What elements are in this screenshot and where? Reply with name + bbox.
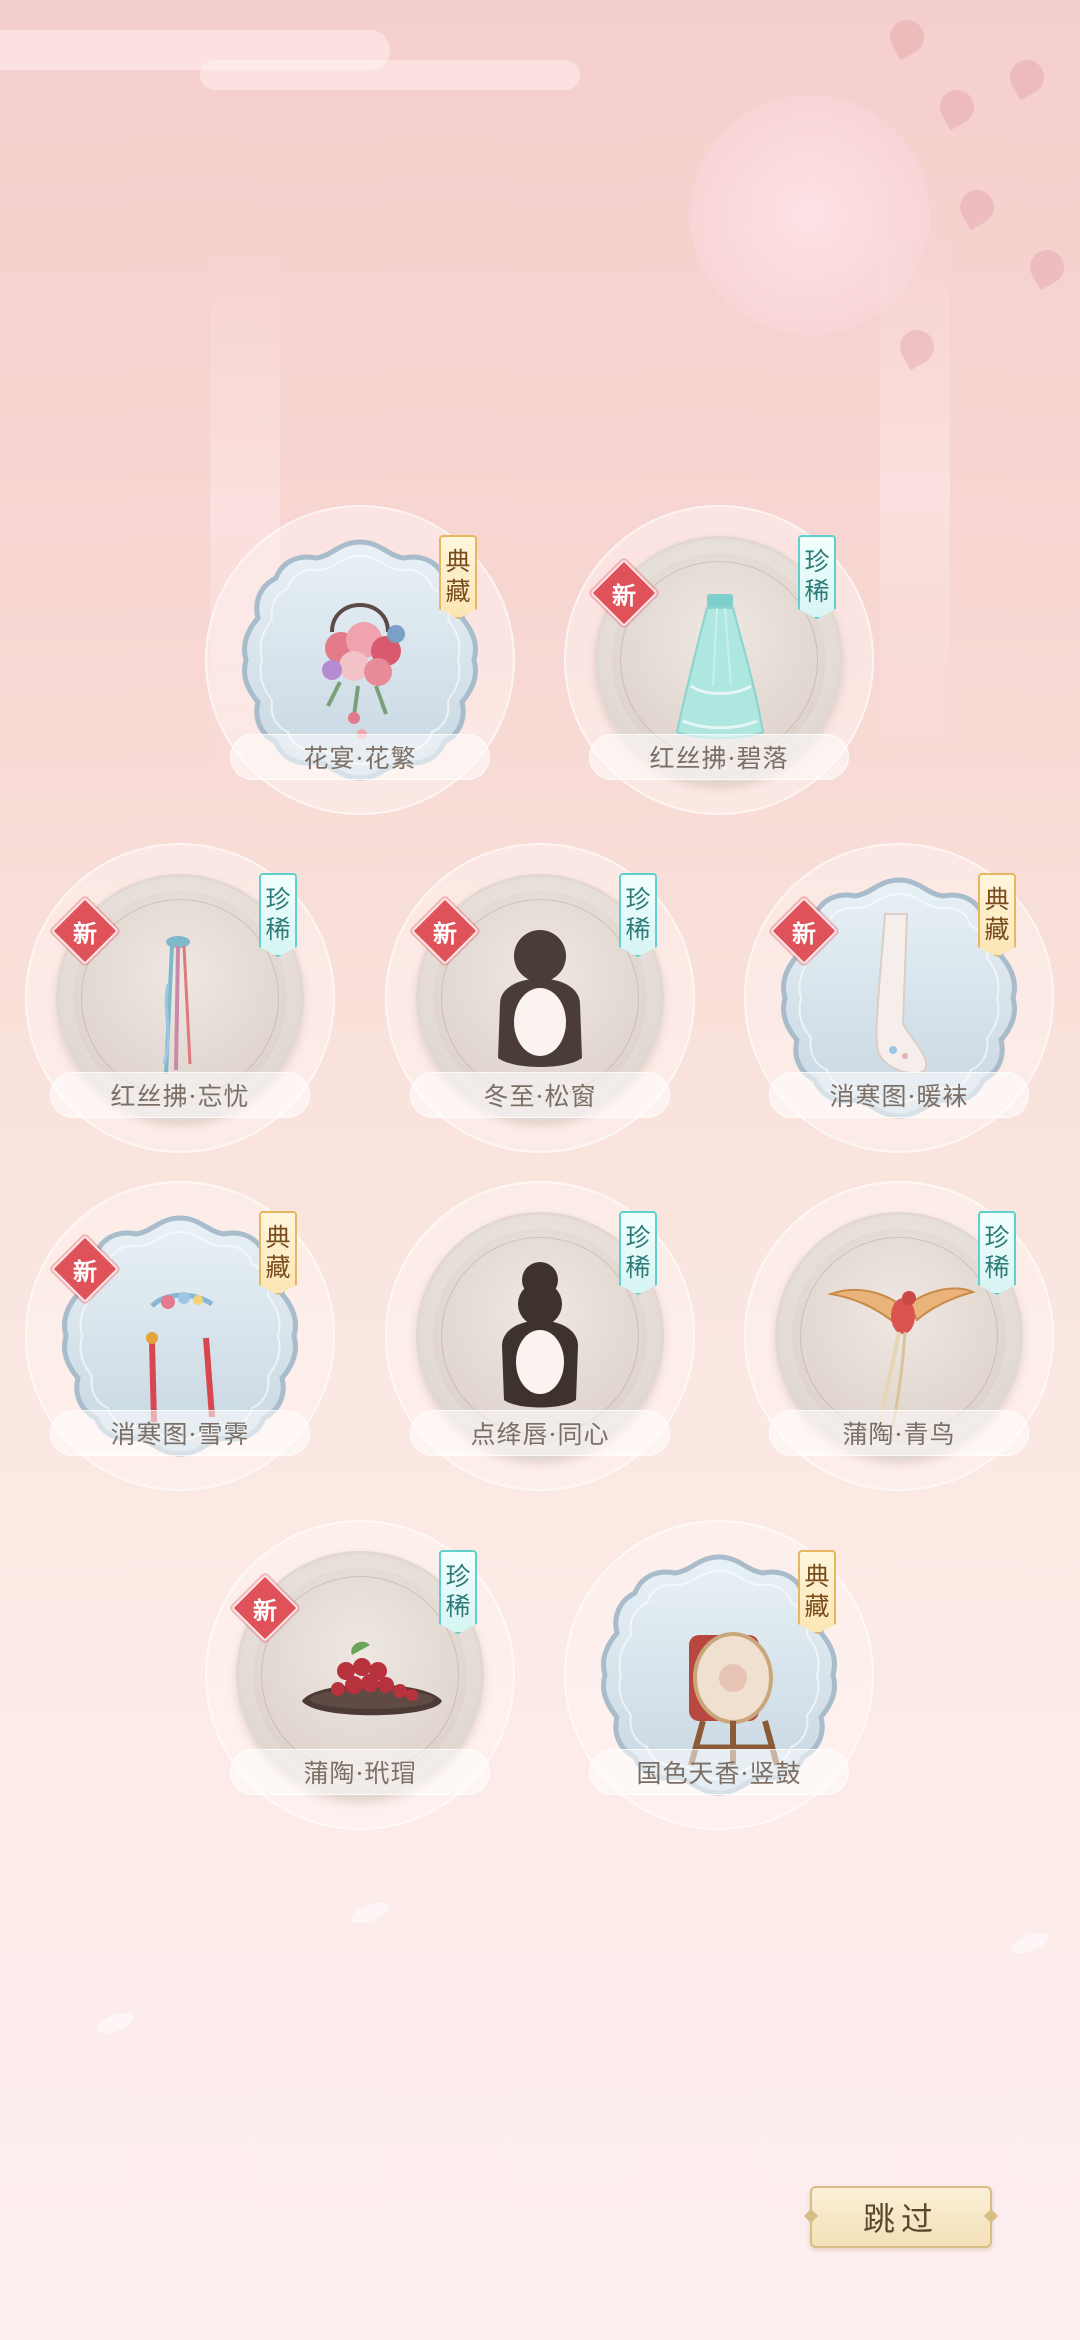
reward-item[interactable]: 消寒图·暖袜 新 典藏 [744, 843, 1054, 1153]
reward-item[interactable]: 点绛唇·同心 珍稀 [385, 1181, 695, 1491]
reward-item[interactable]: 花宴·花繁 典藏 [205, 505, 515, 815]
background-drape [880, 230, 950, 750]
item-name-label: 红丝拂·碧落 [589, 734, 849, 780]
reward-item[interactable]: 国色天香·竖鼓 典藏 [564, 1520, 874, 1830]
skip-button[interactable]: 跳过 [810, 2186, 992, 2248]
rarity-badge-collection: 典藏 [439, 535, 477, 619]
item-name-label: 蒲陶·玳瑁 [230, 1749, 490, 1795]
item-name-label: 红丝拂·忘忧 [50, 1072, 310, 1118]
background-cloud [0, 30, 390, 70]
reward-item[interactable]: 蒲陶·青鸟 珍稀 [744, 1181, 1054, 1491]
reward-item[interactable]: 冬至·松窗 新 珍稀 [385, 843, 695, 1153]
background-blossom [883, 13, 931, 61]
background-blossom [893, 323, 941, 371]
rarity-badge-rare: 珍稀 [259, 873, 297, 957]
background-petal [1008, 1928, 1052, 1958]
item-name-label: 消寒图·暖袜 [769, 1072, 1029, 1118]
reward-item[interactable]: 红丝拂·碧落 新 珍稀 [564, 505, 874, 815]
reward-item[interactable]: 蒲陶·玳瑁 新 珍稀 [205, 1520, 515, 1830]
rarity-badge-rare: 珍稀 [619, 873, 657, 957]
background-blossom [1023, 243, 1071, 291]
background-blossom [1003, 53, 1051, 101]
rarity-badge-rare: 珍稀 [798, 535, 836, 619]
reward-item[interactable]: 红丝拂·忘忧 新 珍稀 [25, 843, 335, 1153]
rarity-badge-collection: 典藏 [798, 1550, 836, 1634]
background-moon [690, 95, 930, 335]
rarity-badge-rare: 珍稀 [978, 1211, 1016, 1295]
item-name-label: 蒲陶·青鸟 [769, 1410, 1029, 1456]
reward-item[interactable]: 消寒图·雪霁 新 典藏 [25, 1181, 335, 1491]
background-blossom [953, 183, 1001, 231]
rarity-badge-collection: 典藏 [259, 1211, 297, 1295]
rarity-badge-rare: 珍稀 [439, 1550, 477, 1634]
item-name-label: 冬至·松窗 [410, 1072, 670, 1118]
item-name-label: 国色天香·竖鼓 [589, 1749, 849, 1795]
rarity-badge-collection: 典藏 [978, 873, 1016, 957]
rarity-badge-rare: 珍稀 [619, 1211, 657, 1295]
skip-button-label: 跳过 [862, 2200, 939, 2238]
background-petal [348, 1898, 392, 1928]
background-cloud [200, 60, 580, 90]
item-name-label: 消寒图·雪霁 [50, 1410, 310, 1456]
background-petal [93, 2008, 137, 2038]
background-blossom [933, 83, 981, 131]
item-name-label: 花宴·花繁 [230, 734, 490, 780]
item-name-label: 点绛唇·同心 [410, 1410, 670, 1456]
